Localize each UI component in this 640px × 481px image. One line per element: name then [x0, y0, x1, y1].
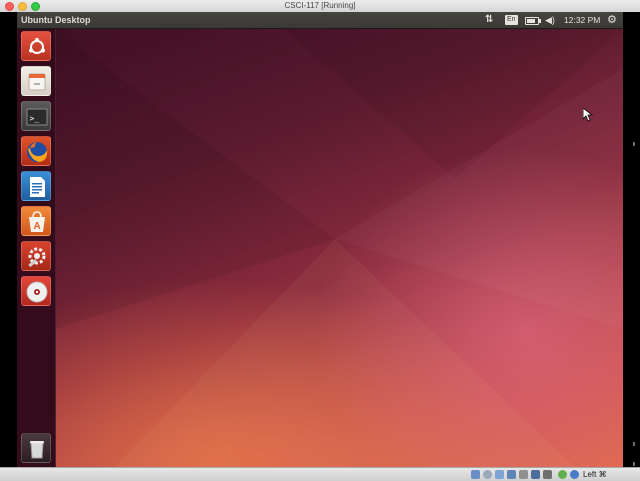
firefox-icon[interactable]	[21, 136, 51, 166]
gear-icon[interactable]: ⚙	[607, 12, 617, 28]
usb-icon[interactable]	[495, 470, 504, 479]
active-window-title: Ubuntu Desktop	[21, 15, 91, 25]
software-center-icon[interactable]: A	[21, 206, 51, 236]
shared-folders-icon[interactable]	[507, 470, 516, 479]
optical-drive-icon[interactable]	[483, 470, 492, 479]
wallpaper-facets	[55, 29, 623, 467]
network-adapter-icon[interactable]	[519, 470, 528, 479]
top-panel: Ubuntu Desktop ⇅ En ◀) 12:32 PM ⚙	[17, 12, 623, 29]
display-icon[interactable]	[531, 470, 540, 479]
clock[interactable]: 12:32 PM	[564, 12, 600, 28]
host-left-margin	[0, 12, 17, 467]
svg-text:A: A	[34, 221, 41, 232]
keyboard-layout-indicator[interactable]: En	[505, 15, 518, 25]
speaker-icon[interactable]: ◀)	[545, 12, 555, 28]
desktop-wallpaper	[55, 29, 623, 467]
mouse-pointer-icon	[583, 108, 593, 122]
host-status-bar: Left ⌘	[0, 467, 640, 481]
virtualization-icon[interactable]	[558, 470, 567, 479]
capture-icon[interactable]	[543, 470, 552, 479]
system-settings-icon[interactable]	[21, 241, 51, 271]
battery-icon[interactable]	[525, 17, 541, 25]
files-icon[interactable]	[21, 66, 51, 96]
mouse-integration-icon[interactable]	[570, 470, 579, 479]
terminal-icon[interactable]: >_	[21, 101, 51, 131]
libreoffice-writer-icon[interactable]	[21, 171, 51, 201]
trash-icon[interactable]	[21, 433, 51, 463]
guest-screen: Ubuntu Desktop ⇅ En ◀) 12:32 PM ⚙ >_ A	[17, 12, 623, 467]
host-window-title: CSCI-117 [Running]	[284, 1, 356, 10]
hard-disk-icon[interactable]	[471, 470, 480, 479]
network-transfer-icon[interactable]: ⇅	[485, 12, 493, 28]
unity-launcher: >_ A	[17, 29, 56, 467]
svg-text:>_: >_	[30, 114, 40, 123]
ubuntu-dash-icon[interactable]	[21, 31, 51, 61]
optical-disc-icon[interactable]	[21, 276, 51, 306]
host-key-label: Left ⌘	[583, 470, 607, 479]
host-right-margin	[623, 12, 640, 467]
